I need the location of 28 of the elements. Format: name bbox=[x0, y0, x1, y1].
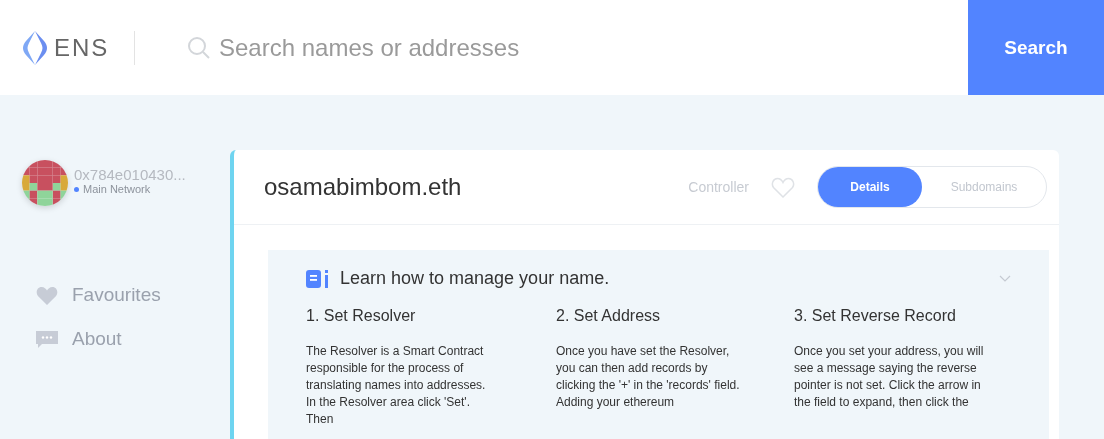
nav-label: Favourites bbox=[72, 284, 161, 306]
search-icon bbox=[187, 35, 211, 60]
heart-icon[interactable] bbox=[771, 176, 795, 198]
controller-label: Controller bbox=[688, 179, 749, 195]
step-title: 3. Set Reverse Record bbox=[794, 307, 957, 325]
guide-heading: Learn how to manage your name. bbox=[340, 268, 611, 289]
nav-item[interactable]: Favourites bbox=[36, 284, 230, 306]
search-field[interactable]: Search names or addresses bbox=[211, 33, 739, 62]
logo-icon bbox=[22, 30, 48, 65]
nav-item[interactable]: About bbox=[36, 328, 230, 350]
step-text: Once you set your address, you will see a message saying the reverse pointer is not set. Click the arrow in the field to expand, then click the bbox=[794, 343, 984, 411]
nav-label: About bbox=[72, 328, 122, 350]
step-title: 1. Set Resolver bbox=[306, 307, 417, 325]
domain-name: osamabimbom.eth bbox=[264, 173, 463, 201]
heart-icon bbox=[36, 285, 58, 305]
network-dot bbox=[74, 186, 79, 192]
search-button[interactable]: Search bbox=[968, 0, 1104, 95]
chevron-icon[interactable] bbox=[999, 275, 1011, 282]
network-label: Main Network bbox=[83, 183, 151, 195]
account-address: 0x784e010430... bbox=[74, 166, 186, 183]
avatar bbox=[22, 160, 68, 206]
step-text: The Resolver is a Smart Contract responsible for the process of translating names into addresses. In the Resolver area click 'Set'. Then bbox=[306, 343, 487, 428]
view-tab[interactable]: Subdomains bbox=[922, 167, 1046, 207]
view-tab[interactable]: Details bbox=[818, 167, 922, 207]
chat-icon bbox=[36, 329, 58, 349]
step-title: 2. Set Address bbox=[556, 307, 662, 325]
logo-text: ENS bbox=[54, 33, 110, 62]
step-text: Once you have set the Resolver, you can then add records by clicking the '+' in the 'records' field. Adding your ethereum bbox=[556, 343, 741, 411]
